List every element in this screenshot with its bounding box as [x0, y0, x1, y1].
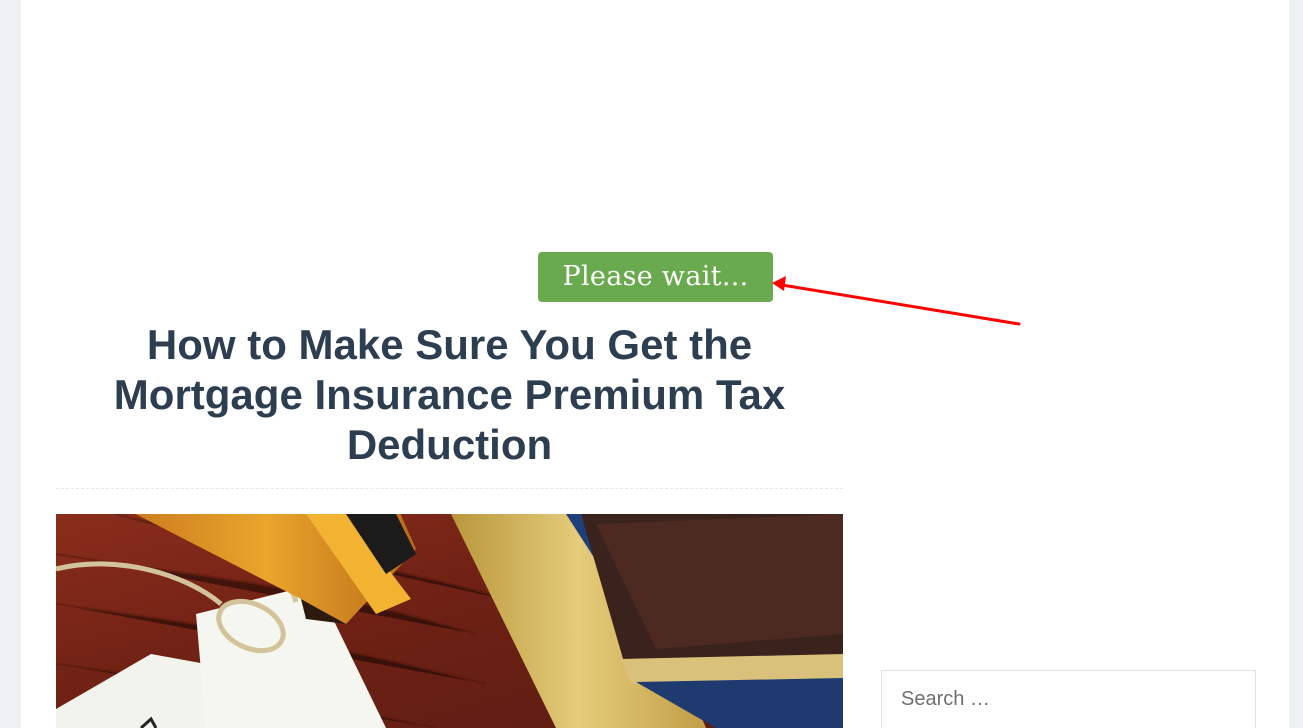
please-wait-button[interactable]: Please wait...: [538, 252, 773, 302]
article-title[interactable]: How to Make Sure You Get the Mortgage In…: [56, 320, 843, 470]
title-divider: [56, 488, 843, 489]
search-input[interactable]: [881, 670, 1256, 728]
featured-image-graphic: [56, 514, 843, 728]
featured-image[interactable]: [56, 514, 843, 728]
